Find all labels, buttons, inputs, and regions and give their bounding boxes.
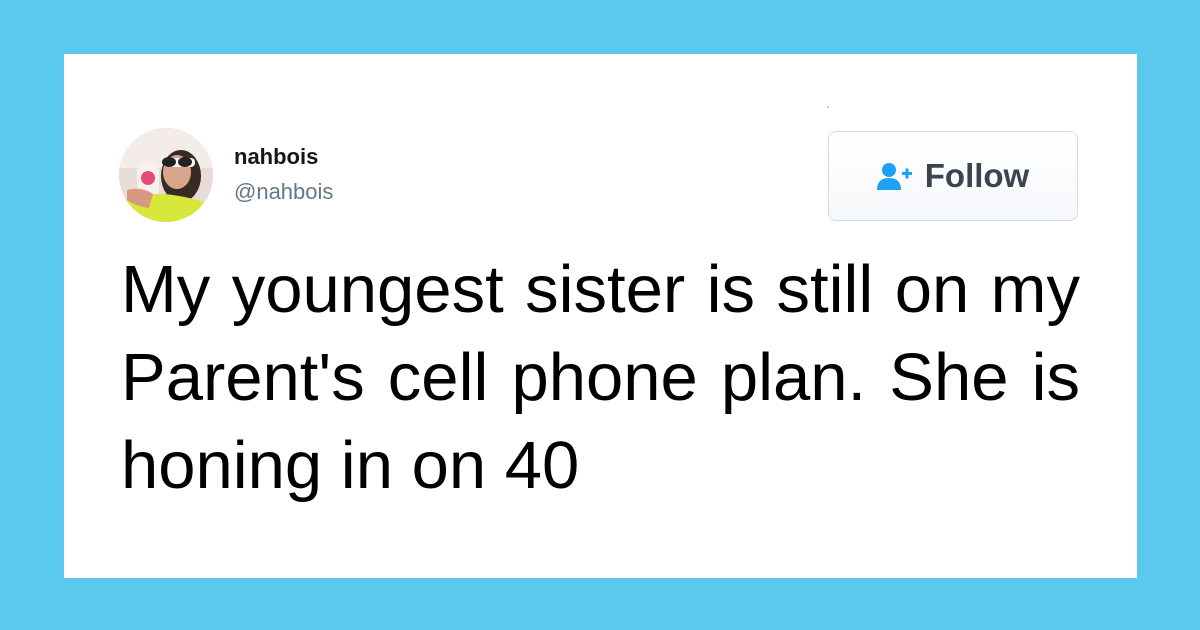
tweet-text: My youngest sister is still on my Parent… — [121, 252, 1080, 503]
user-name[interactable]: nahbois — [234, 144, 318, 170]
follow-label: Follow — [924, 157, 1030, 194]
user-handle[interactable]: @nahbois — [234, 179, 333, 205]
tweet-card: nahbois @nahbois Follow My youngest sist… — [64, 54, 1137, 578]
follow-button[interactable]: Follow — [828, 131, 1078, 221]
avatar[interactable] — [119, 128, 213, 222]
add-user-icon — [876, 161, 913, 191]
avatar-image — [119, 128, 213, 222]
divider-dot — [827, 106, 829, 108]
